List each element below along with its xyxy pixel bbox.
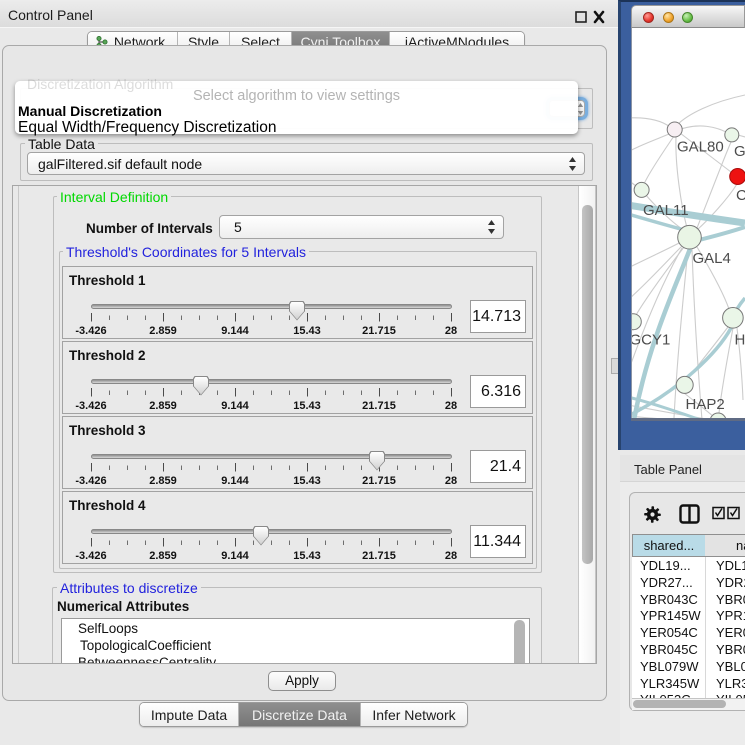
svg-text:GCY1: GCY1 [632, 332, 670, 349]
svg-text:GAL4: GAL4 [693, 250, 731, 267]
svg-text:CY: CY [736, 187, 745, 204]
svg-text:GAL: GAL [734, 143, 745, 160]
svg-text:HA: HA [735, 332, 745, 349]
svg-text:GAL11: GAL11 [643, 202, 689, 219]
svg-text:GAL80: GAL80 [677, 139, 724, 156]
svg-text:HAP2: HAP2 [686, 396, 725, 413]
